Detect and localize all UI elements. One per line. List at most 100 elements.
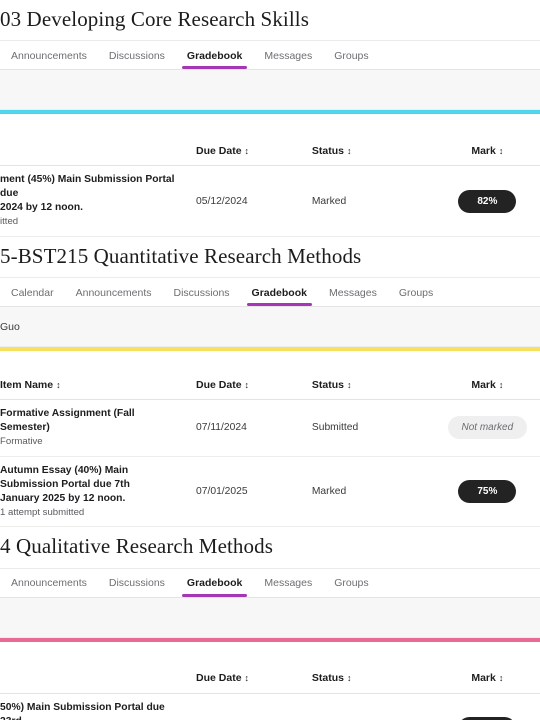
tab-label: Gradebook: [186, 49, 243, 62]
table-spacer: [0, 351, 540, 364]
cell-due-date: 05/12/2024: [196, 195, 248, 207]
table-row[interactable]: 50%) Main Submission Portal due 23rd 12 …: [0, 694, 540, 720]
tab-groups[interactable]: Groups: [323, 578, 379, 597]
item-subtext: Formative: [0, 435, 43, 447]
col-header-status[interactable]: Status ↕: [312, 672, 435, 684]
col-header-status[interactable]: Status ↕: [312, 145, 435, 157]
table-header-row: Due Date ↕ Status ↕ Mark ↕: [0, 136, 540, 167]
tab-label: Groups: [334, 49, 369, 62]
tab-groups[interactable]: Groups: [323, 51, 379, 70]
item-subtext: itted: [0, 215, 19, 227]
tab-label: Discussions: [108, 49, 165, 62]
sort-icon: ↕: [244, 673, 250, 684]
table-header-row: Item Name ↕ Due Date ↕ Status ↕ Mark ↕: [0, 370, 540, 401]
table-row[interactable]: ment (45%) Main Submission Portal due 202…: [0, 166, 540, 237]
table-header-row: Due Date ↕ Status ↕ Mark ↕: [0, 664, 540, 694]
tab-label: Announcements: [11, 577, 87, 590]
cell-item-name: ment (45%) Main Submission Portal due 202…: [0, 173, 196, 229]
tab-messages[interactable]: Messages: [253, 51, 323, 70]
tab-discussions[interactable]: Discussions: [98, 51, 176, 70]
course-block: 03 Developing Core Research Skills Announ…: [0, 0, 540, 237]
cell-mark: 82%: [435, 189, 540, 213]
tab-messages[interactable]: Messages: [318, 286, 388, 307]
tab-label: Gradebook: [186, 577, 243, 590]
sort-icon: ↕: [346, 379, 352, 390]
tab-gradebook[interactable]: Gradebook: [241, 286, 318, 307]
tab-announcements[interactable]: Announcements: [65, 286, 163, 307]
tab-label: Messages: [264, 49, 313, 62]
table-spacer: [0, 641, 540, 664]
tab-announcements[interactable]: Announcements: [0, 578, 98, 597]
course-title: 5-BST215 Quantitative Research Methods: [0, 243, 362, 268]
tab-groups[interactable]: Groups: [388, 286, 444, 307]
tab-label: Groups: [334, 577, 369, 590]
tab-announcements[interactable]: Announcements: [0, 51, 98, 70]
table-row[interactable]: Formative Assignment (Fall Semester) Form…: [0, 400, 540, 457]
tab-label: Messages: [264, 577, 313, 590]
table-spacer: [0, 114, 540, 137]
header-label: Due Date: [196, 144, 242, 157]
tab-label: Discussions: [108, 577, 165, 590]
tab-label: Announcements: [75, 286, 152, 299]
tab-discussions[interactable]: Discussions: [98, 578, 176, 597]
col-header-mark[interactable]: Mark ↕: [435, 672, 540, 684]
tab-label: Groups: [398, 286, 434, 299]
tab-discussions[interactable]: Discussions: [163, 287, 241, 307]
sort-icon: ↕: [244, 379, 250, 390]
col-header-due-date[interactable]: Due Date ↕: [196, 672, 312, 684]
header-label: Status: [311, 672, 344, 685]
tab-calendar[interactable]: Calendar: [0, 286, 65, 307]
cell-item-name: Autumn Essay (40%) Main Submission Porta…: [0, 464, 196, 520]
tab-gradebook[interactable]: Gradebook: [176, 51, 253, 70]
instructor-name: Guo: [0, 320, 20, 333]
sort-icon: ↕: [56, 379, 61, 390]
cell-due-date: 07/01/2025: [196, 486, 248, 498]
gradebook-table: Due Date ↕ Status ↕ Mark ↕ ment (45%) Main Sub…: [0, 136, 540, 237]
item-subtext: 1 attempt submitted: [0, 506, 85, 518]
col-header-mark[interactable]: Mark ↕: [435, 145, 540, 157]
sort-icon: ↕: [244, 145, 250, 156]
header-label: Status: [311, 144, 344, 157]
header-label: Item Name: [0, 378, 54, 391]
col-header-item-name[interactable]: Item Name ↕: [0, 379, 196, 391]
sort-icon: ↕: [498, 673, 504, 684]
course-title: 4 Qualitative Research Methods: [0, 534, 274, 559]
tab-label: Gradebook: [251, 286, 307, 299]
table-row[interactable]: Autumn Essay (40%) Main Submission Porta…: [0, 457, 540, 528]
gradebook-viewport: 03 Developing Core Research Skills Announ…: [0, 0, 540, 720]
cell-status: Marked: [311, 195, 347, 207]
course-tabbar: Announcements Discussions Gradebook Message…: [0, 40, 540, 71]
gradebook-table: Item Name ↕ Due Date ↕ Status ↕ Mark ↕ Formative…: [0, 370, 540, 528]
item-name-text-line2: 2024 by 12 noon.: [0, 202, 83, 214]
item-name-text: ment (45%) Main Submission Portal due: [0, 174, 175, 200]
cell-status: Marked: [311, 486, 347, 498]
course-info-panel: Guo: [0, 307, 540, 348]
item-name-text: Autumn Essay (40%) Main Submission Porta…: [0, 464, 130, 490]
cell-item-name: 50%) Main Submission Portal due 23rd 12 …: [0, 701, 196, 720]
mark-badge: 82%: [458, 189, 517, 213]
sort-icon: ↕: [498, 379, 504, 390]
cell-status: Submitted: [311, 422, 359, 434]
course-tabbar: Announcements Discussions Gradebook Message…: [0, 567, 540, 598]
col-header-due-date[interactable]: Due Date ↕: [196, 145, 312, 157]
col-header-due-date[interactable]: Due Date ↕: [196, 379, 312, 391]
mark-badge: Not marked: [447, 416, 528, 440]
item-name-text: 50%) Main Submission Portal due 23rd: [0, 701, 165, 720]
header-label: Mark: [471, 378, 496, 391]
tab-messages[interactable]: Messages: [253, 578, 323, 597]
tab-gradebook[interactable]: Gradebook: [176, 578, 253, 597]
course-info-panel: [0, 70, 540, 111]
col-header-mark[interactable]: Mark ↕: [435, 379, 540, 391]
cell-due-date: 07/11/2024: [196, 422, 247, 434]
col-header-status[interactable]: Status ↕: [312, 379, 435, 391]
sort-icon: ↕: [346, 145, 352, 156]
item-name-text-line2: January 2025 by 12 noon.: [0, 492, 126, 504]
header-label: Mark: [471, 144, 496, 157]
header-label: Mark: [471, 672, 496, 685]
tab-label: Calendar: [11, 286, 54, 299]
tab-label: Messages: [328, 286, 377, 299]
course-block: 4 Qualitative Research Methods Announceme…: [0, 527, 540, 720]
course-title: 03 Developing Core Research Skills: [0, 7, 310, 31]
header-label: Due Date: [196, 378, 242, 391]
course-info-panel: [0, 597, 540, 638]
